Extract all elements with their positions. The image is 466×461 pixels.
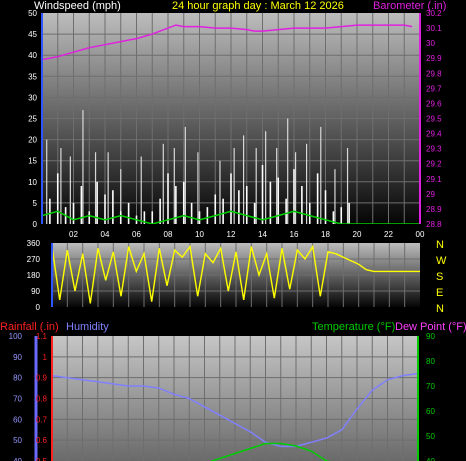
humidity-tick-label: 60	[13, 415, 22, 424]
compass-label-e: E	[436, 287, 443, 299]
wind-tick-label: 25	[28, 115, 37, 124]
compass-label-w: W	[436, 255, 447, 267]
temperature-tick-label: 80	[426, 357, 435, 366]
time-tick-label: 20	[353, 230, 362, 239]
compass-label-n-top: N	[436, 239, 444, 251]
barometer-tick-label: 29.7	[426, 84, 442, 93]
time-tick-label: 06	[132, 230, 141, 239]
humidity-tick-label: 100	[9, 332, 23, 341]
time-tick-label: 04	[101, 230, 110, 239]
barometer-tick-label: 28.8	[426, 220, 442, 229]
weather-chart: 0510152025303540455028.828.92929.129.229…	[0, 0, 466, 461]
barometer-tick-label: 30	[426, 39, 435, 48]
direction-tick-label: 360	[27, 239, 41, 248]
barometer-tick-label: 29.9	[426, 54, 442, 63]
rain-tick-label: 1.1	[36, 332, 48, 341]
time-tick-label: 18	[321, 230, 330, 239]
windspeed-label: Windspeed (mph)	[34, 0, 121, 12]
direction-tick-label: 0	[36, 303, 41, 312]
barometer-label: Barometer (.in)	[373, 0, 446, 12]
rain-tick-label: 0.7	[36, 415, 48, 424]
direction-tick-label: 90	[31, 287, 40, 296]
wind-tick-label: 40	[28, 51, 37, 60]
barometer-tick-label: 29.5	[426, 115, 442, 124]
wind-tick-label: 5	[33, 199, 38, 208]
temperature-tick-label: 70	[426, 382, 435, 391]
barometer-tick-label: 30.1	[426, 24, 442, 33]
wind-tick-label: 45	[28, 30, 37, 39]
time-tick-label: 10	[195, 230, 204, 239]
humidity-label: Humidity	[66, 321, 109, 333]
time-tick-label: 00	[416, 230, 425, 239]
humidity-tick-label: 50	[13, 436, 22, 445]
rain-tick-label: 0.9	[36, 374, 48, 383]
dewpoint-label: Dew Point (°F)	[395, 321, 466, 333]
barometer-tick-label: 29.6	[426, 99, 442, 108]
humidity-tick-label: 80	[13, 374, 22, 383]
wind-tick-label: 15	[28, 157, 37, 166]
barometer-tick-label: 29.1	[426, 175, 442, 184]
wind-tick-label: 30	[28, 93, 37, 102]
time-tick-label: 16	[290, 230, 299, 239]
rainfall-label: Rainfall (.in)	[0, 321, 59, 333]
time-tick-label: 02	[69, 230, 78, 239]
barometer-tick-label: 29.4	[426, 130, 442, 139]
rain-tick-label: 0.5	[36, 457, 48, 461]
compass-label-n-bottom: N	[436, 303, 444, 315]
wind-tick-label: 35	[28, 72, 37, 81]
rain-tick-label: 1	[43, 353, 48, 362]
time-tick-label: 14	[258, 230, 267, 239]
temperature-tick-label: 50	[426, 432, 435, 441]
time-tick-label: 22	[384, 230, 393, 239]
temperature-tick-label: 40	[426, 457, 435, 461]
time-tick-label: 08	[164, 230, 173, 239]
direction-tick-label: 180	[27, 271, 41, 280]
temperature-tick-label: 90	[426, 332, 435, 341]
temperature-tick-label: 60	[426, 407, 435, 416]
barometer-tick-label: 29.2	[426, 160, 442, 169]
rain-tick-label: 0.8	[36, 395, 48, 404]
humidity-tick-label: 90	[13, 353, 22, 362]
wind-tick-label: 10	[28, 178, 37, 187]
temperature-label: Temperature (°F)	[312, 321, 395, 333]
chart-title: 24 hour graph day : March 12 2026	[172, 0, 344, 12]
barometer-tick-label: 29.8	[426, 69, 442, 78]
barometer-tick-label: 29	[426, 190, 435, 199]
rain-tick-label: 0.6	[36, 436, 48, 445]
barometer-tick-label: 28.9	[426, 205, 442, 214]
direction-tick-label: 270	[27, 255, 41, 264]
wind-tick-label: 20	[28, 136, 37, 145]
compass-label-s: S	[436, 271, 443, 283]
wind-tick-label: 0	[33, 220, 38, 229]
barometer-tick-label: 29.3	[426, 145, 442, 154]
humidity-tick-label: 40	[13, 457, 22, 461]
time-tick-label: 12	[227, 230, 236, 239]
humidity-tick-label: 70	[13, 395, 22, 404]
